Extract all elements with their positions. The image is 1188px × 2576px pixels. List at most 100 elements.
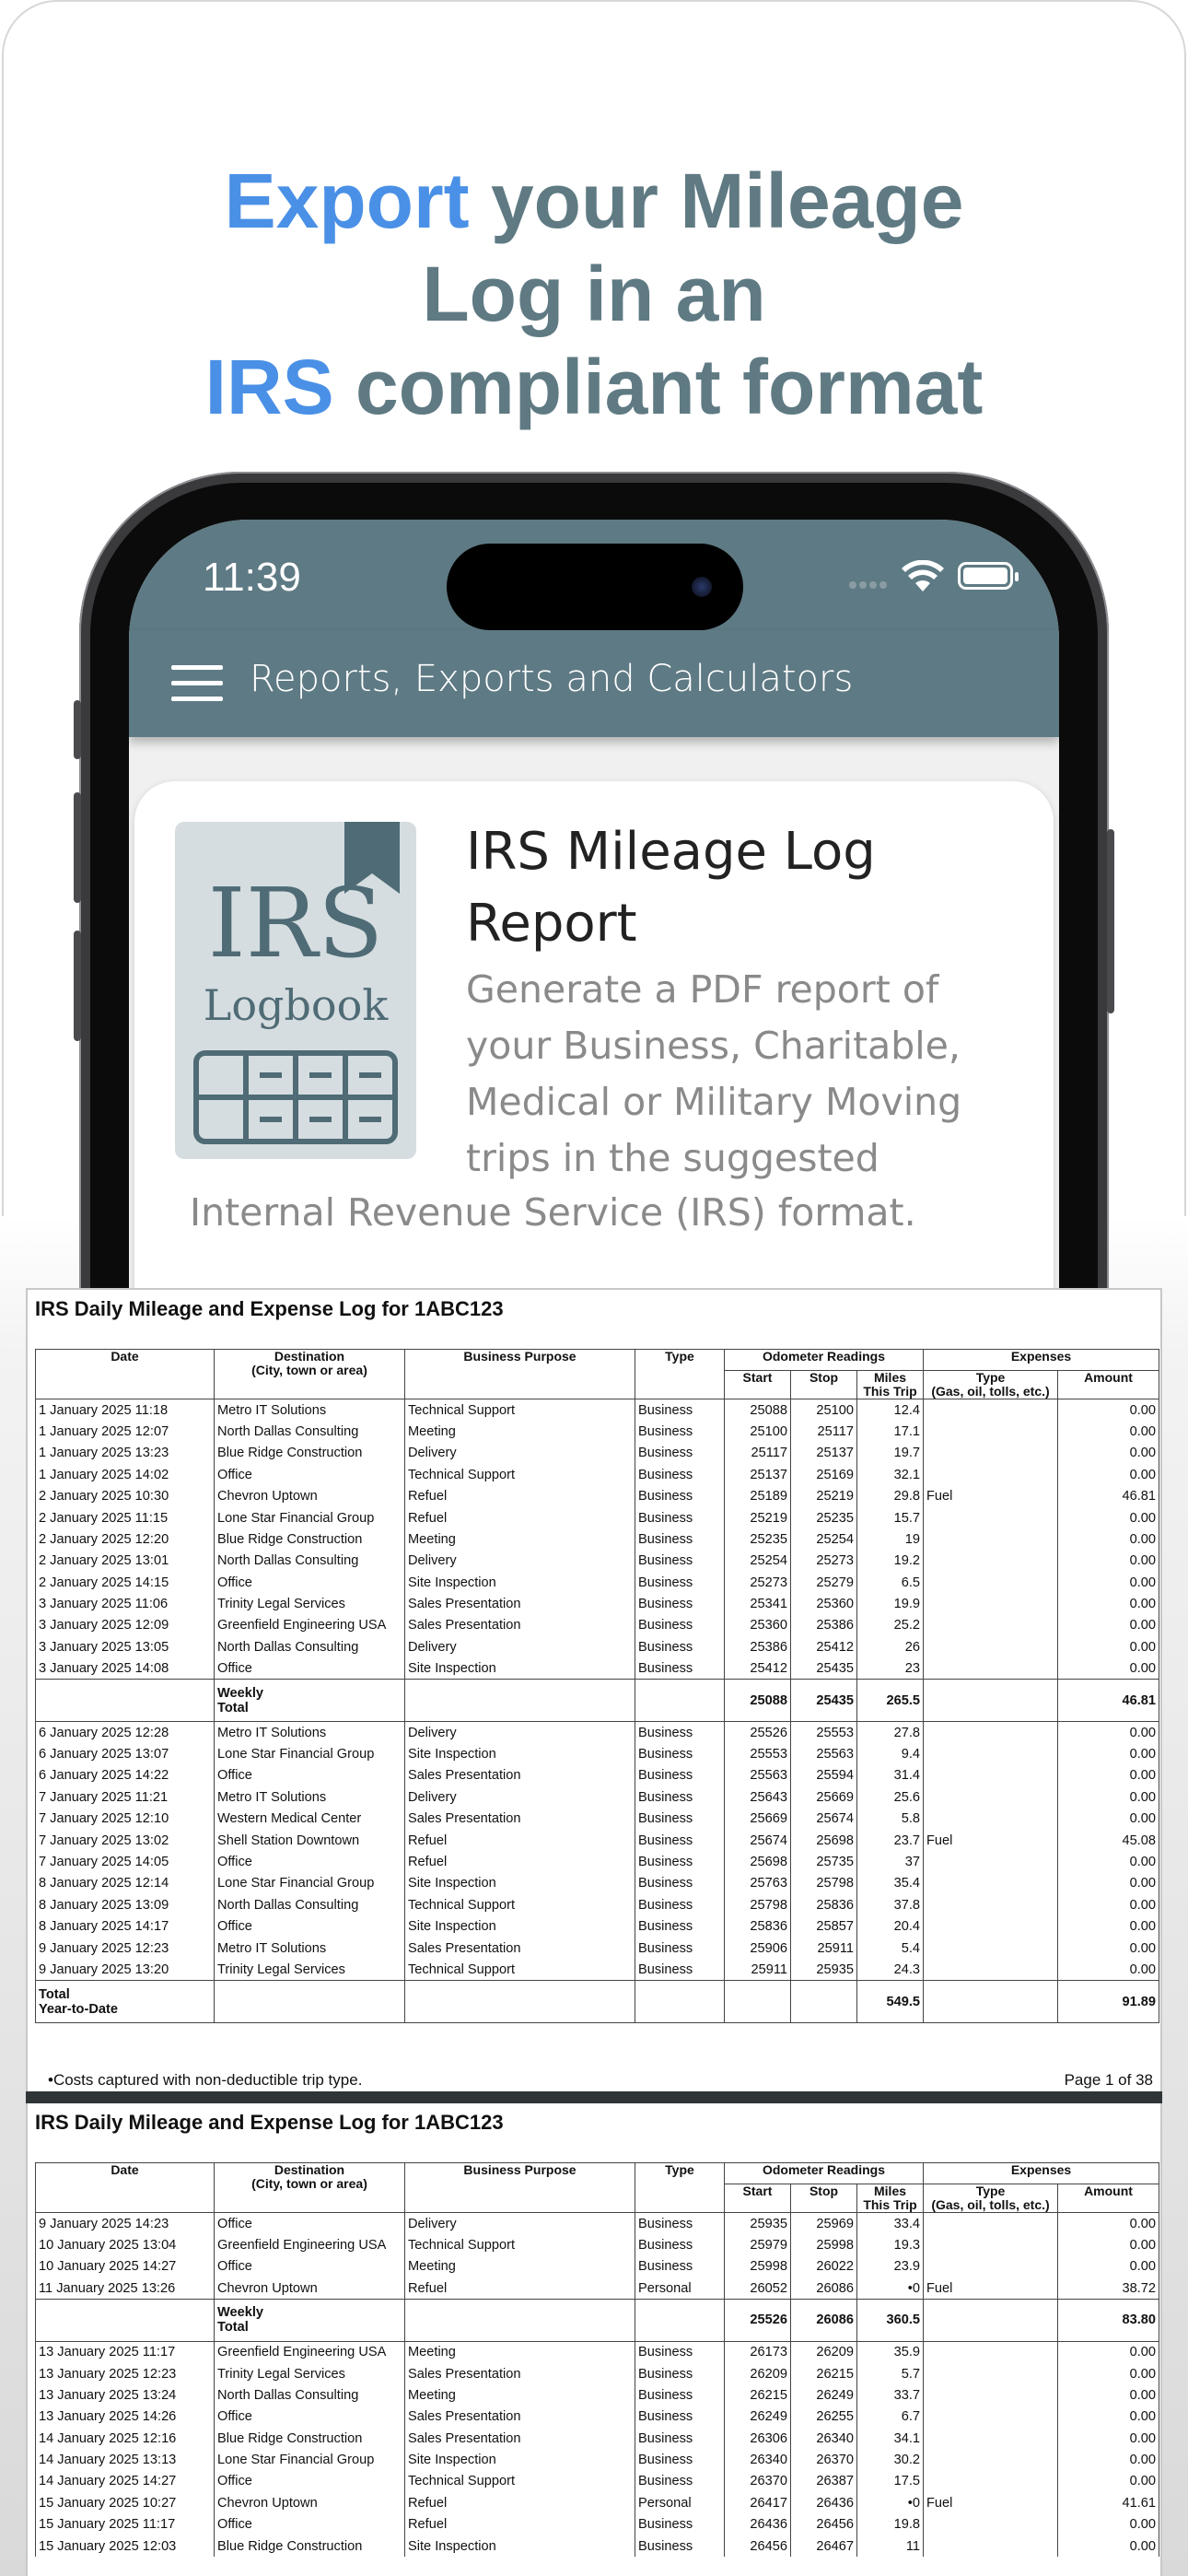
headline-line-2: Log in an	[422, 251, 766, 337]
cell-stop: 25969	[790, 2212, 857, 2235]
cell-miles: •0	[856, 2277, 925, 2300]
cell-amount: 0.00	[1057, 1528, 1160, 1551]
cell-amount: 0.00	[1057, 2449, 1160, 2471]
table-row: 3 January 2025 11:06 Trinity Legal Servic…	[35, 1593, 1160, 1615]
cell-date: 15 January 2025 12:03	[35, 2535, 215, 2558]
cell-amount: 0.00	[1057, 1915, 1160, 1938]
cell-stop: 25219	[790, 1485, 857, 1507]
table-row: 2 January 2025 14:15 Office Site Inspectio…	[35, 1572, 1160, 1594]
cell-date: 9 January 2025 12:23	[35, 1937, 215, 1960]
cell-date: 8 January 2025 13:09	[35, 1894, 215, 1916]
cell-stop: 25360	[790, 1593, 857, 1615]
cell-type: Business	[635, 1614, 725, 1637]
col-stop: Stop	[790, 1370, 857, 1400]
cell-miles: 23.9	[856, 2255, 925, 2278]
cell-type: Business	[635, 1872, 725, 1895]
cell-expense-type	[923, 2513, 1059, 2535]
cell-purpose: Meeting	[404, 2255, 635, 2278]
cell-date: 8 January 2025 12:14	[35, 1872, 215, 1895]
cell-start: 25906	[724, 1937, 791, 1960]
table-row: 7 January 2025 14:05 Office Refuel Business…	[35, 1851, 1160, 1873]
cell-type: Business	[635, 1399, 725, 1422]
cell-date: 7 January 2025 11:21	[35, 1786, 215, 1809]
cell-stop: 25935	[790, 1959, 857, 1981]
weekly-total-label: Weekly Total	[214, 2298, 405, 2342]
cell-type: Business	[635, 1808, 725, 1830]
cell-purpose: Refuel	[404, 1485, 635, 1507]
cell-stop: 25669	[790, 1786, 857, 1809]
cell-start: 25100	[724, 1421, 791, 1443]
cell-amount: 0.00	[1057, 1442, 1160, 1465]
cell-amount: 0.00	[1057, 1851, 1160, 1873]
cell-purpose: Refuel	[404, 2492, 635, 2514]
cell-miles: 19.3	[856, 2234, 925, 2256]
cell-stop: 25435	[790, 1657, 857, 1680]
cell-date: 1 January 2025 11:18	[35, 1399, 215, 1422]
cell-date: 10 January 2025 13:04	[35, 2234, 215, 2256]
cell-date: 8 January 2025 14:17	[35, 1915, 215, 1938]
cell-start: 26249	[724, 2406, 791, 2429]
cell-expense-type	[923, 1399, 1059, 1422]
cell-destination: Shell Station Downtown	[214, 1829, 405, 1852]
headline-line-3-rest: compliant format	[333, 344, 984, 430]
cell-expense-type: Fuel	[923, 1485, 1059, 1507]
headline-accent-irs: IRS	[204, 344, 334, 430]
table-row: 3 January 2025 14:08 Office Site Inspectio…	[35, 1657, 1160, 1680]
cell-destination: Trinity Legal Services	[214, 2362, 405, 2385]
report-card-description: Generate a PDF report of your Business, …	[466, 967, 962, 1180]
cell-start: 25553	[724, 1743, 791, 1765]
cell-start: 26306	[724, 2428, 791, 2450]
cell-date: 15 January 2025 11:17	[35, 2513, 215, 2535]
cell-purpose: Meeting	[404, 2384, 635, 2406]
cell-stop: 25911	[790, 1937, 857, 1960]
cell-date: 6 January 2025 14:22	[35, 1764, 215, 1787]
total-miles: 549.5	[856, 1980, 925, 2024]
cell-miles: 20.4	[856, 1915, 925, 1938]
cell-expense-type	[923, 2535, 1059, 2558]
cell-miles: 37	[856, 1851, 925, 1873]
cell-amount: 0.00	[1057, 1506, 1160, 1529]
cell-purpose: Site Inspection	[404, 2535, 635, 2558]
col-purpose: Business Purpose	[404, 2161, 635, 2214]
cell-date: 2 January 2025 12:20	[35, 1528, 215, 1551]
col-destination: Destination (City, town or area)	[214, 2161, 405, 2214]
cell-date: 1 January 2025 14:02	[35, 1464, 215, 1486]
cell-stop: 25698	[790, 1829, 857, 1852]
cell-purpose: Technical Support	[404, 2470, 635, 2493]
cell-start: 26456	[724, 2535, 791, 2558]
table-row: 13 January 2025 14:26 Office Sales Present…	[35, 2406, 1160, 2429]
table-row: 1 January 2025 12:07 North Dallas Consult…	[35, 1421, 1160, 1443]
table-row: 14 January 2025 13:13 Lone Star Financial…	[35, 2449, 1160, 2471]
cell-miles: 5.8	[856, 1808, 925, 1830]
cell-stop: 25273	[790, 1550, 857, 1573]
cell-miles: •0	[856, 2492, 925, 2514]
cell-destination: North Dallas Consulting	[214, 1894, 405, 1916]
phone-volume-up-button	[74, 792, 81, 903]
cell-stop: 25836	[790, 1894, 857, 1916]
cell-type: Business	[635, 1894, 725, 1916]
cell-destination: Lone Star Financial Group	[214, 1743, 405, 1765]
cell-expense-type	[923, 2255, 1059, 2278]
cell-type: Business	[635, 1959, 725, 1981]
table-row: 9 January 2025 13:20 Trinity Legal Servic…	[35, 1959, 1160, 1981]
cell-miles: 32.1	[856, 1464, 925, 1486]
cell-destination: Chevron Uptown	[214, 2277, 405, 2300]
table-row: 1 January 2025 11:18 Metro IT Solutions Te…	[35, 1399, 1160, 1422]
weekly-start: 25088	[724, 1679, 791, 1723]
cell-purpose: Site Inspection	[404, 1915, 635, 1938]
cell-purpose: Site Inspection	[404, 1657, 635, 1680]
cell-start: 26417	[724, 2492, 791, 2514]
cell-start: 25412	[724, 1657, 791, 1680]
cell-miles: 19.2	[856, 1550, 925, 1573]
cell-stop: 25563	[790, 1743, 857, 1765]
cell-destination: Office	[214, 2406, 405, 2429]
cell-purpose: Sales Presentation	[404, 1593, 635, 1615]
cell-date: 14 January 2025 12:16	[35, 2428, 215, 2450]
cell-purpose: Meeting	[404, 2341, 635, 2363]
cell-stop: 26215	[790, 2362, 857, 2385]
cell-start: 25254	[724, 1550, 791, 1573]
cell-type: Business	[635, 1572, 725, 1594]
total-amount: 91.89	[1057, 1980, 1160, 2024]
cell-purpose: Refuel	[404, 1829, 635, 1852]
hamburger-menu-icon[interactable]	[171, 665, 223, 704]
